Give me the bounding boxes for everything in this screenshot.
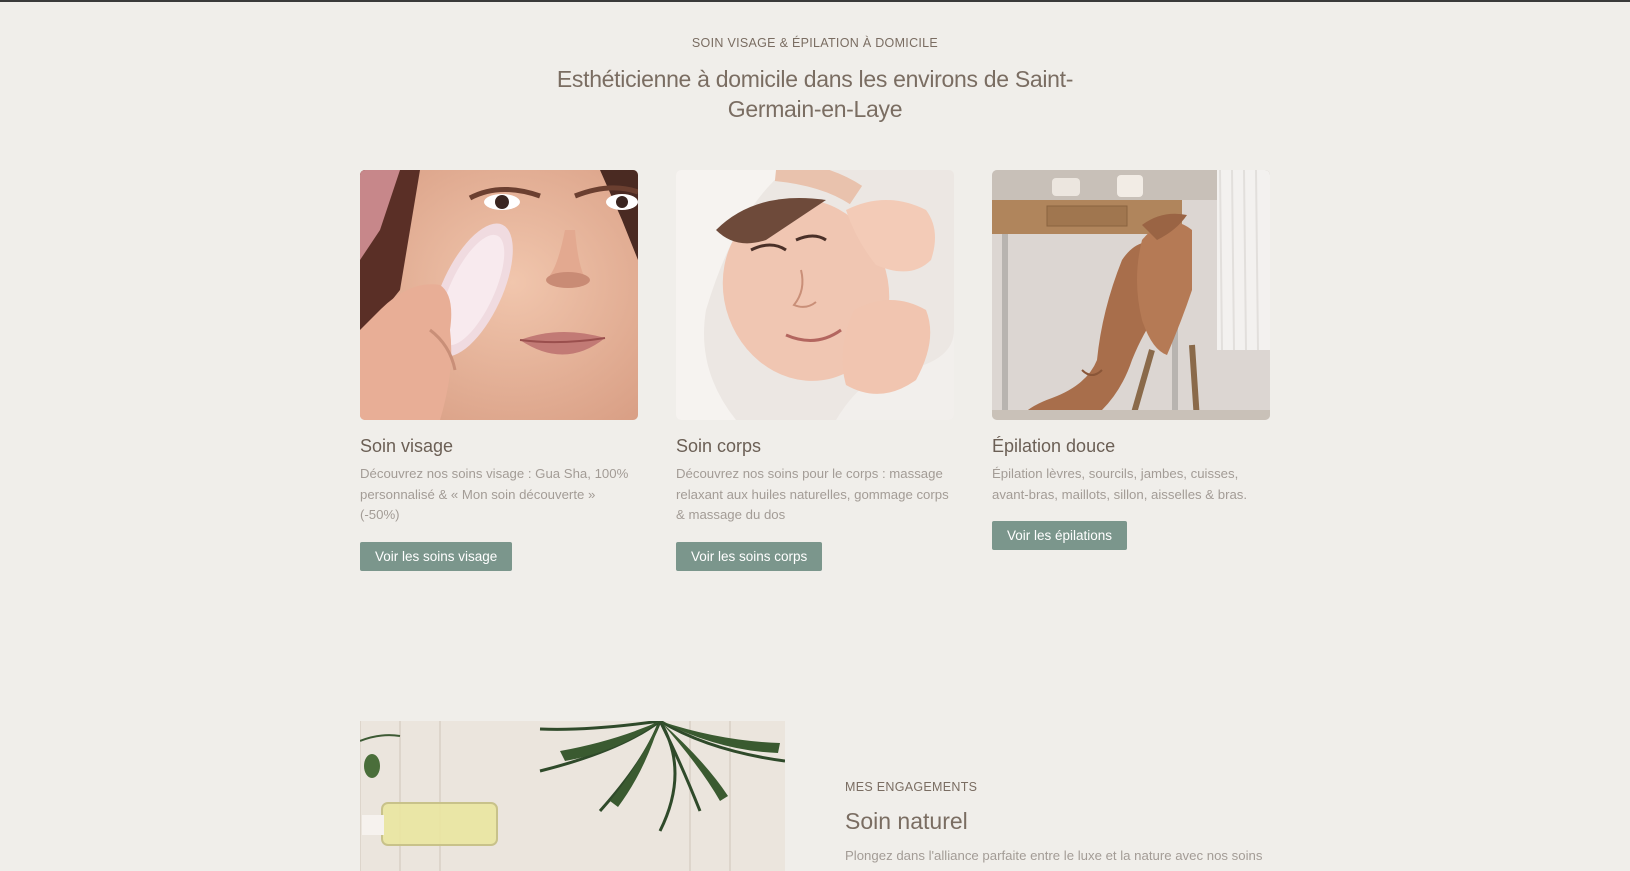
see-waxing-button[interactable]: Voir les épilations — [992, 521, 1128, 550]
see-face-care-button[interactable]: Voir les soins visage — [360, 541, 513, 571]
see-body-care-button[interactable]: Voir les soins corps — [676, 541, 823, 571]
top-border — [0, 0, 1630, 2]
engagements-eyebrow: MES ENGAGEMENTS — [845, 780, 978, 794]
oil-bottle-palm-leaf-photo — [360, 721, 785, 871]
service-title: Épilation douce — [992, 436, 1116, 456]
section-eyebrow: SOIN VISAGE & ÉPILATION À DOMICILE — [691, 36, 939, 50]
service-title: Soin visage — [360, 436, 454, 456]
service-title: Soin corps — [676, 436, 762, 456]
section-title: Esthéticienne à domicile dans les enviro… — [556, 66, 1074, 122]
legs-waxing-photo — [992, 170, 1270, 420]
face-massage-photo — [676, 170, 954, 420]
woman-gua-sha-face-photo — [360, 170, 638, 420]
service-description: Découvrez nos soins visage : Gua Sha, 10… — [360, 466, 629, 522]
service-card-epilation: Épilation douce Épilation lèvres, sourci… — [992, 170, 1270, 550]
engagements-text: Plongez dans l'alliance parfaite entre l… — [845, 848, 1263, 863]
engagements-title: Soin naturel — [845, 808, 968, 834]
service-card-visage: Soin visage Découvrez nos soins visage :… — [360, 170, 638, 571]
service-card-corps: Soin corps Découvrez nos soins pour le c… — [676, 170, 954, 571]
service-description: Épilation lèvres, sourcils, jambes, cuis… — [992, 466, 1248, 502]
service-description: Découvrez nos soins pour le corps : mass… — [676, 466, 949, 522]
